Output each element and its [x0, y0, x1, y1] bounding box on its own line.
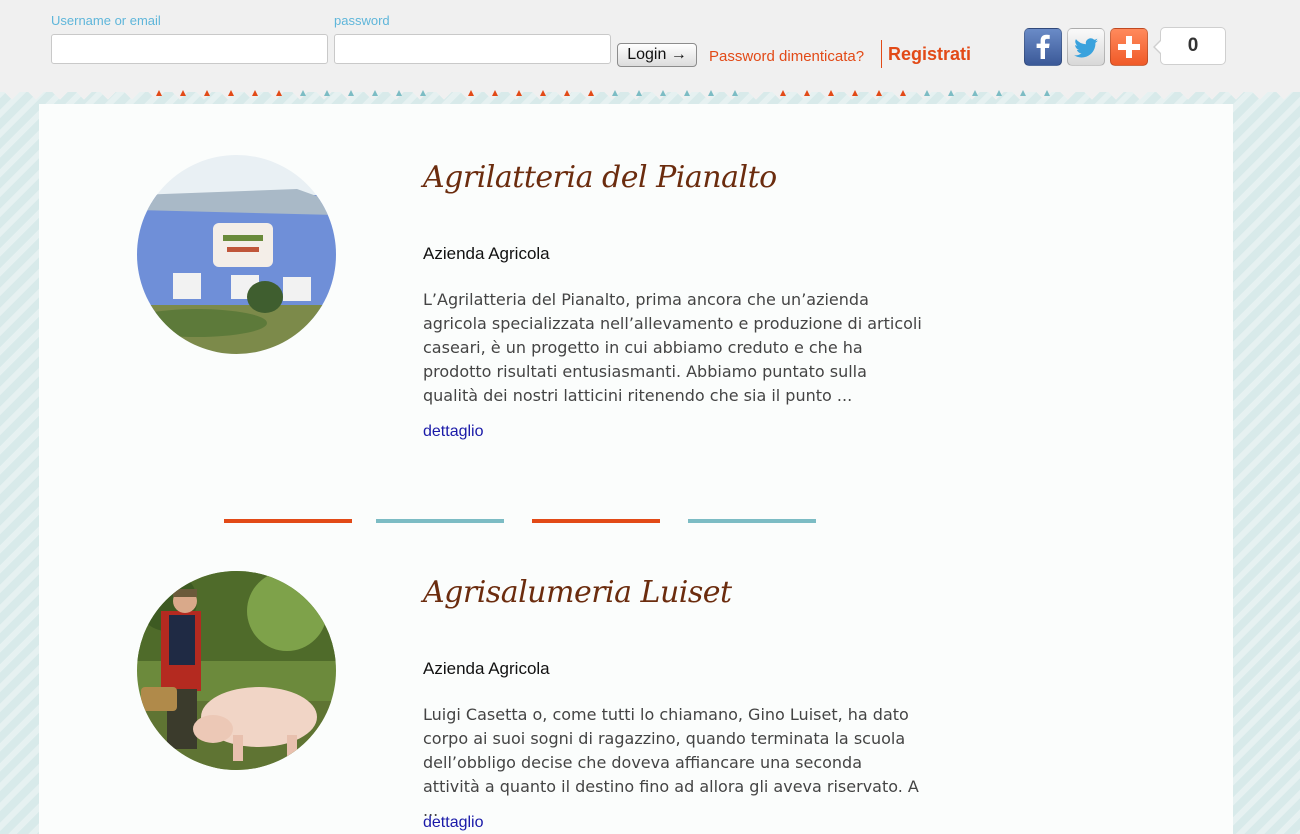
bunting-flag — [1044, 90, 1050, 96]
login-bar: Username or email password Login → Passw… — [0, 0, 1300, 92]
divider-bar — [532, 519, 660, 523]
bunting-flag — [660, 90, 666, 96]
bunting-flag — [876, 90, 882, 96]
share-counter: 0 — [1153, 27, 1226, 65]
bunting-flag — [852, 90, 858, 96]
bunting-flag — [900, 90, 906, 96]
bunting-flag — [516, 90, 522, 96]
username-input[interactable] — [51, 34, 328, 64]
bunting-flag — [372, 90, 378, 96]
content-panel: Agrilatteria del Pianalto Azienda Agrico… — [39, 104, 1233, 834]
bunting-flag — [804, 90, 810, 96]
bunting-flag — [588, 90, 594, 96]
twitter-icon[interactable] — [1067, 28, 1105, 66]
login-button[interactable]: Login → — [617, 43, 697, 67]
facebook-icon[interactable] — [1024, 28, 1062, 66]
bunting-flag — [156, 90, 162, 96]
entry-image-pianalto[interactable] — [137, 155, 336, 354]
divider-bar — [376, 519, 504, 523]
link-separator — [881, 40, 882, 68]
detail-link[interactable]: dettaglio — [423, 814, 484, 832]
bunting-flag — [636, 90, 642, 96]
bunting-flag — [228, 90, 234, 96]
bunting-flag — [324, 90, 330, 96]
bunting-flag — [204, 90, 210, 96]
entry-description: Luigi Casetta o, come tutti lo chiamano,… — [423, 705, 919, 820]
detail-link[interactable]: dettaglio — [423, 423, 484, 441]
bunting-flag — [180, 90, 186, 96]
bunting-flag — [396, 90, 402, 96]
bunting-flag — [732, 90, 738, 96]
entry-title[interactable]: Agrilatteria del Pianalto — [423, 160, 777, 195]
username-label: Username or email — [51, 13, 161, 28]
bunting-flag — [708, 90, 714, 96]
password-input[interactable] — [334, 34, 611, 64]
bunting-flag — [972, 90, 978, 96]
divider-bar — [688, 519, 816, 523]
register-link[interactable]: Registrati — [888, 44, 971, 65]
bunting-flag — [948, 90, 954, 96]
entry-type: Azienda Agricola — [423, 244, 550, 263]
plus-share-icon[interactable] — [1110, 28, 1148, 66]
bunting-flag — [252, 90, 258, 96]
bunting-flag — [684, 90, 690, 96]
bunting-flag — [564, 90, 570, 96]
bunting-flag — [1020, 90, 1026, 96]
entry-title[interactable]: Agrisalumeria Luiset — [423, 575, 732, 610]
forgot-password-link[interactable]: Password dimenticata? — [709, 48, 864, 65]
bunting-flag — [996, 90, 1002, 96]
divider-bar — [224, 519, 352, 523]
entry-type: Azienda Agricola — [423, 659, 550, 678]
bunting-flag — [420, 90, 426, 96]
bunting-flag — [780, 90, 786, 96]
bunting-flag — [300, 90, 306, 96]
bunting-flag — [540, 90, 546, 96]
bunting-flag — [348, 90, 354, 96]
bunting-flag — [924, 90, 930, 96]
bunting-flag — [276, 90, 282, 96]
password-label: password — [334, 13, 390, 28]
entry-image-luiset[interactable] — [137, 571, 336, 770]
bunting-flag — [828, 90, 834, 96]
bunting-flag — [492, 90, 498, 96]
bunting-flag — [612, 90, 618, 96]
bunting-flag — [468, 90, 474, 96]
entry-description: L’Agrilatteria del Pianalto, prima ancor… — [423, 290, 922, 405]
